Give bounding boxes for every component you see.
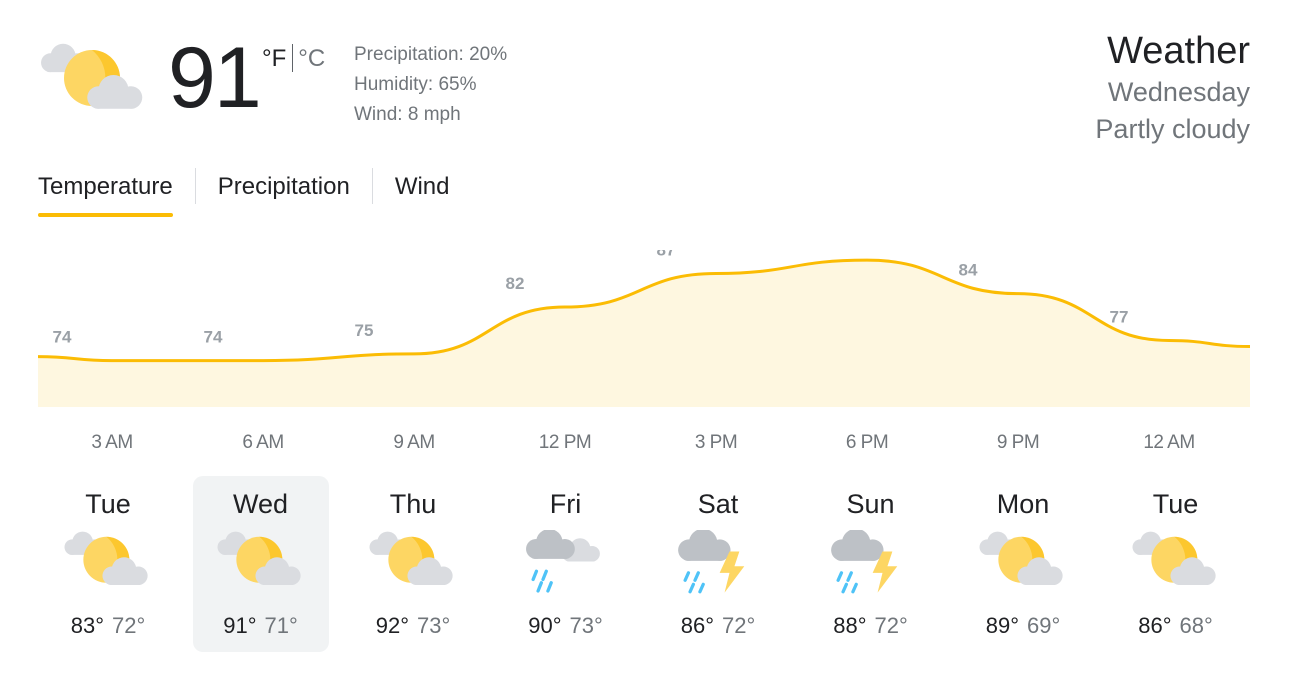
day-forecast-sat[interactable]: Sat 86° 72° — [650, 476, 786, 652]
high-temperature: 88° — [833, 613, 867, 638]
weather-condition: Partly cloudy — [1095, 114, 1250, 144]
chart-value-label: 84 — [959, 261, 978, 280]
day-temperatures: 88° 72° — [803, 612, 939, 640]
time-label: 12 AM — [1143, 432, 1195, 453]
low-temperature: 72° — [874, 613, 908, 638]
chart-value-label: 77 — [1110, 308, 1129, 327]
low-temperature: 73° — [569, 613, 603, 638]
time-label: 3 AM — [91, 432, 133, 453]
wind-detail: Wind: 8 mph — [354, 104, 461, 125]
day-name: Fri — [549, 489, 582, 519]
day-temperatures: 91° 71° — [193, 612, 329, 640]
day-name: Wed — [232, 489, 289, 519]
high-temperature: 86° — [1138, 613, 1172, 638]
low-temperature: 73° — [417, 613, 451, 638]
day-name: Sat — [697, 489, 739, 519]
time-label: 12 PM — [538, 432, 592, 453]
high-temperature: 90° — [528, 613, 562, 638]
low-temperature: 72° — [722, 613, 756, 638]
chart-value-label: 74 — [204, 328, 223, 347]
chart-value-label: 87 — [657, 250, 676, 260]
partly-cloudy-icon — [1132, 531, 1216, 585]
high-temperature: 92° — [375, 613, 409, 638]
thunderstorm-icon — [678, 530, 745, 594]
low-temperature: 71° — [264, 613, 298, 638]
weather-day: Wednesday — [1107, 77, 1250, 107]
day-temperatures: 83° 72° — [40, 612, 176, 640]
time-label: 9 PM — [996, 432, 1040, 453]
chart-value-label: 75 — [355, 321, 374, 340]
daily-forecast: Tue 83° 72° Wed 91° 71° Thu 92° 73° Fri 90° 73° Sat 8… — [0, 476, 1292, 656]
day-name: Tue — [85, 489, 131, 519]
partly-cloudy-icon — [41, 43, 143, 109]
time-label: 6 PM — [845, 432, 889, 453]
day-forecast-fri[interactable]: Fri 90° 73° — [498, 476, 634, 652]
unit-switcher: °F °C — [262, 44, 325, 74]
time-label: 9 AM — [393, 432, 435, 453]
partly-cloudy-icon — [979, 531, 1063, 585]
tab-divider — [371, 168, 373, 204]
partly-cloudy-icon — [369, 531, 453, 585]
day-name: Thu — [389, 489, 437, 519]
chart-tabs: Temperature Precipitation Wind — [38, 168, 450, 222]
day-temperatures: 89° 69° — [955, 612, 1091, 640]
day-name: Tue — [1152, 489, 1199, 519]
current-temperature: 91 — [168, 30, 262, 126]
high-temperature: 91° — [223, 613, 257, 638]
day-forecast-tue[interactable]: Tue 83° 72° — [40, 476, 176, 652]
low-temperature: 72° — [112, 613, 146, 638]
tab-temperature[interactable]: Temperature — [38, 168, 173, 222]
high-temperature: 86° — [680, 613, 714, 638]
weather-details: Precipitation: 20% Humidity: 65% Wind: 8… — [354, 40, 507, 130]
partly-cloudy-icon — [64, 531, 148, 585]
chart-value-label: 74 — [53, 328, 72, 347]
weather-title: Weather — [1107, 30, 1250, 72]
high-temperature: 89° — [985, 613, 1019, 638]
day-name: Mon — [996, 489, 1050, 519]
unit-celsius-button[interactable]: °C — [298, 45, 325, 72]
tab-precipitation[interactable]: Precipitation — [218, 168, 350, 222]
partly-cloudy-icon — [217, 531, 301, 585]
thunderstorm-icon — [830, 530, 897, 594]
time-label: 3 PM — [694, 432, 738, 453]
rain-cloudy-icon — [525, 530, 600, 593]
time-axis: 3 AM 6 AM 9 AM 12 PM 3 PM 6 PM 9 PM 12 AM — [0, 428, 1292, 458]
chart-value-label: 82 — [506, 274, 525, 293]
high-temperature: 83° — [70, 613, 104, 638]
humidity-detail: Humidity: 65% — [354, 74, 477, 95]
tab-wind[interactable]: Wind — [395, 168, 450, 222]
day-temperatures: 86° 72° — [650, 612, 786, 640]
day-temperatures: 92° 73° — [345, 612, 481, 640]
precipitation-detail: Precipitation: 20% — [354, 44, 508, 65]
low-temperature: 69° — [1027, 613, 1061, 638]
day-forecast-wed[interactable]: Wed 91° 71° — [192, 476, 329, 652]
low-temperature: 68° — [1179, 613, 1213, 638]
temperature-chart: 7474758287898477 — [37, 250, 1251, 407]
unit-divider — [292, 44, 294, 72]
weather-header: Weather Wednesday Partly cloudy — [1095, 28, 1250, 148]
day-temperatures: 86° 68° — [1108, 612, 1244, 640]
time-label: 6 AM — [242, 432, 284, 453]
day-temperatures: 90° 73° — [498, 612, 634, 640]
day-forecast-sun[interactable]: Sun 88° 72° — [803, 476, 939, 652]
day-forecast-thu[interactable]: Thu 92° 73° — [345, 476, 481, 652]
unit-fahrenheit-button[interactable]: °F — [262, 45, 286, 72]
day-forecast-mon[interactable]: Mon 89° 69° — [955, 476, 1091, 652]
day-name: Sun — [846, 489, 895, 519]
day-forecast-tue[interactable]: Tue 86° 68° — [1108, 476, 1244, 652]
tab-divider — [194, 168, 196, 204]
